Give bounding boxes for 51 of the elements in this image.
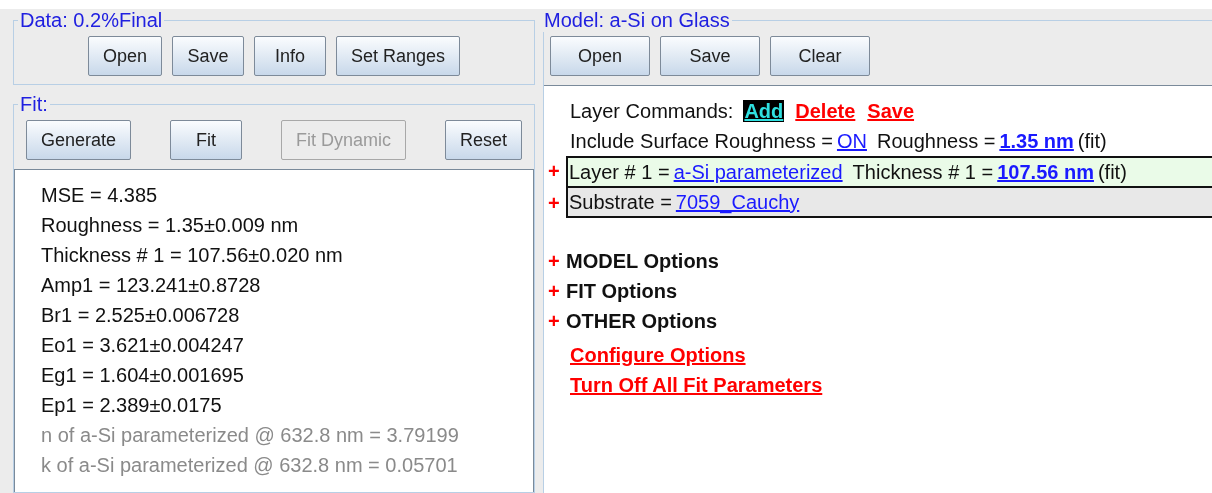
layer-row[interactable]: Layer # 1 = a-Si parameterized Thickness # 1 = 107.56 nm (fit) [566, 156, 1212, 188]
thickness-link[interactable]: 107.56 nm [997, 161, 1094, 183]
toolbar-button[interactable]: Info [254, 36, 326, 76]
model-button[interactable]: Open [550, 36, 650, 76]
model-group-title: Model: a-Si on Glass [543, 9, 731, 32]
expand-icon[interactable]: + [548, 156, 566, 188]
result-line: Ep1 = 2.389±0.0175 [41, 393, 223, 418]
layer-command-link[interactable]: Add [743, 100, 785, 122]
action-link[interactable]: Turn Off All Fit Parameters [570, 370, 823, 400]
layer-row[interactable]: Substrate = 7059_Cauchy [566, 188, 1212, 218]
fit-button[interactable]: Generate [26, 120, 132, 160]
thickness-label: Thickness # 1 = [852, 161, 994, 183]
fit-note: (fit) [1097, 161, 1127, 183]
fit-button[interactable]: Fit [170, 120, 242, 160]
result-line: Amp1 = 123.241±0.8728 [41, 273, 262, 298]
result-line: Br1 = 2.525±0.006728 [41, 303, 241, 328]
result-line: Eg1 = 1.604±0.001695 [41, 363, 245, 388]
data-group-title: Data: 0.2%Final [19, 9, 164, 32]
result-line: Roughness = 1.35±0.009 nm [41, 213, 300, 238]
roughness-toggle-link[interactable]: ON [836, 130, 867, 152]
options-heading[interactable]: FIT Options [566, 276, 678, 306]
options-heading[interactable]: OTHER Options [566, 306, 718, 336]
material-link[interactable]: a-Si parameterized [673, 161, 843, 183]
expand-icon[interactable]: + [548, 276, 566, 306]
options-heading[interactable]: MODEL Options [566, 246, 719, 276]
expand-icon[interactable]: + [548, 306, 566, 336]
result-line: n of a-Si parameterized @ 632.8 nm = 3.79199 [41, 423, 460, 448]
toolbar-button[interactable]: Set Ranges [336, 36, 461, 76]
fit-note: (fit) [1077, 130, 1107, 152]
layer-commands-label: Layer Commands: [570, 100, 734, 122]
expand-icon[interactable]: + [548, 246, 566, 276]
roughness-value-label: Roughness = [876, 130, 996, 152]
roughness-value-link[interactable]: 1.35 nm [999, 130, 1074, 152]
expand-icon[interactable]: + [548, 188, 566, 218]
fit-group-title: Fit: [19, 93, 49, 116]
layer-label: Substrate = [569, 191, 672, 213]
toolbar-button[interactable]: Open [87, 36, 162, 76]
result-line: k of a-Si parameterized @ 632.8 nm = 0.05701 [41, 453, 459, 478]
material-link[interactable]: 7059_Cauchy [675, 191, 800, 213]
layer-label: Layer # 1 = [569, 161, 670, 183]
action-link[interactable]: Configure Options [570, 340, 746, 370]
model-button[interactable]: Save [660, 36, 760, 76]
fit-button[interactable]: Reset [444, 120, 522, 160]
result-line: Thickness # 1 = 107.56±0.020 nm [41, 243, 344, 268]
toolbar-button[interactable]: Save [172, 36, 244, 76]
layer-command-link[interactable]: Delete [794, 100, 857, 122]
result-line: MSE = 4.385 [41, 183, 159, 208]
result-line: Eo1 = 3.621±0.004247 [41, 333, 245, 358]
layer-command-link[interactable]: Save [866, 100, 916, 122]
model-button[interactable]: Clear [770, 36, 870, 76]
roughness-label: Include Surface Roughness = [570, 130, 833, 152]
